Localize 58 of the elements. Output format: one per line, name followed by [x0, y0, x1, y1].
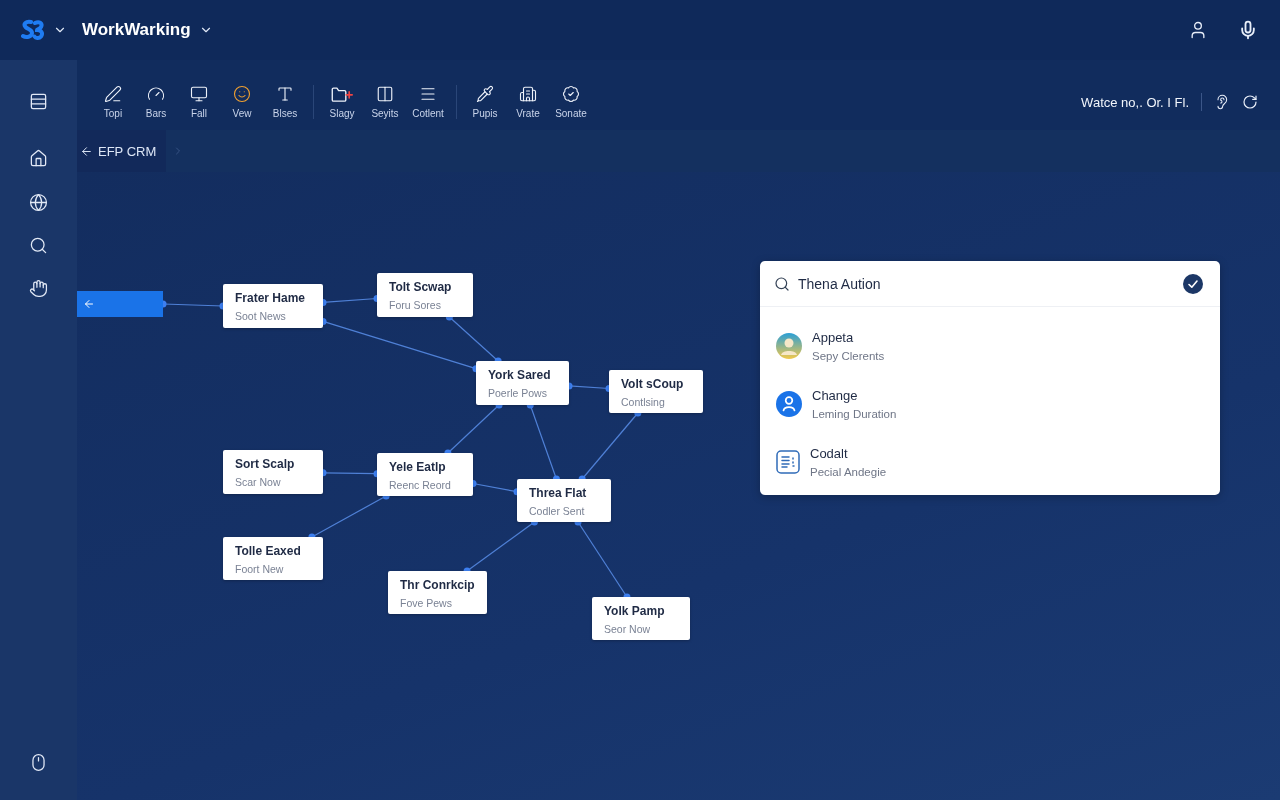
toolbar-button[interactable]: Seyits	[365, 85, 405, 119]
search-icon	[774, 275, 790, 292]
toolbar-button[interactable]: Slagy	[322, 85, 362, 119]
arrow-left-icon	[80, 144, 93, 158]
columns-icon	[376, 85, 394, 103]
item-subtitle: Leming Duration	[812, 408, 897, 420]
toolbar-button[interactable]: Vrate	[508, 85, 548, 119]
status-text: Watce no,. Or. I Fl.	[1081, 94, 1189, 110]
microphone-icon	[1238, 20, 1258, 40]
ear-button[interactable]	[1214, 94, 1230, 110]
toolbar-button[interactable]: Vew	[222, 85, 262, 119]
list-item[interactable]: Codalt Pecial Andegie	[776, 433, 1204, 491]
pipette-icon	[476, 85, 494, 103]
home-icon	[29, 148, 48, 168]
list-item[interactable]: Appeta Sepy Clerents	[776, 317, 1204, 375]
mouse-icon	[29, 752, 48, 772]
gauge-icon	[147, 85, 165, 103]
breadcrumb-link[interactable]: EFP CRM	[77, 130, 167, 172]
toolbar-button[interactable]: Topi	[93, 85, 133, 119]
list-icon	[29, 91, 48, 111]
node-title: Tolt Scwap	[389, 280, 453, 294]
text-icon	[276, 85, 294, 103]
folder-plus-icon	[331, 85, 353, 103]
globe-icon	[29, 192, 48, 212]
toolbar-button[interactable]: Fall	[179, 85, 219, 119]
menu-icon	[419, 85, 437, 103]
building-icon	[519, 85, 537, 103]
person-icon	[776, 391, 802, 417]
hand-icon	[29, 278, 48, 298]
microphone-button[interactable]	[1238, 20, 1258, 40]
toolbar-button[interactable]: Cotlent	[408, 85, 448, 119]
avatar-icon	[776, 333, 802, 359]
node-subtitle: Seor Now	[604, 623, 652, 635]
toolbar-button[interactable]: Bars	[136, 85, 176, 119]
document-icon	[776, 450, 800, 474]
monitor-icon	[190, 85, 208, 103]
ear-icon	[1214, 94, 1230, 110]
badge-icon	[562, 85, 580, 103]
toolbar-button[interactable]: Pupis	[465, 85, 505, 119]
logo-icon	[21, 19, 45, 41]
item-subtitle: Sepy Clerents	[812, 350, 885, 362]
node-title: Yolk Pamp	[604, 604, 666, 618]
toolbar-button[interactable]: Sonate	[551, 85, 591, 119]
arrow-left-icon	[83, 298, 95, 310]
app-title: WorkWarking	[82, 20, 191, 40]
item-title: Appeta	[812, 330, 855, 345]
search-field[interactable]: Thena Aution	[798, 271, 1165, 296]
item-subtitle: Pecial Andegie	[810, 466, 887, 478]
pen-icon	[104, 85, 122, 103]
list-item[interactable]: Change Leming Duration	[776, 375, 1204, 433]
search-icon	[29, 235, 48, 255]
item-title: Codalt	[810, 446, 849, 461]
check-icon[interactable]	[1183, 273, 1203, 294]
refresh-icon	[1242, 94, 1258, 110]
refresh-button[interactable]	[1242, 94, 1258, 110]
toolbar-button[interactable]: Blses	[265, 85, 305, 119]
smiley-icon	[233, 85, 251, 103]
item-title: Change	[812, 388, 859, 403]
